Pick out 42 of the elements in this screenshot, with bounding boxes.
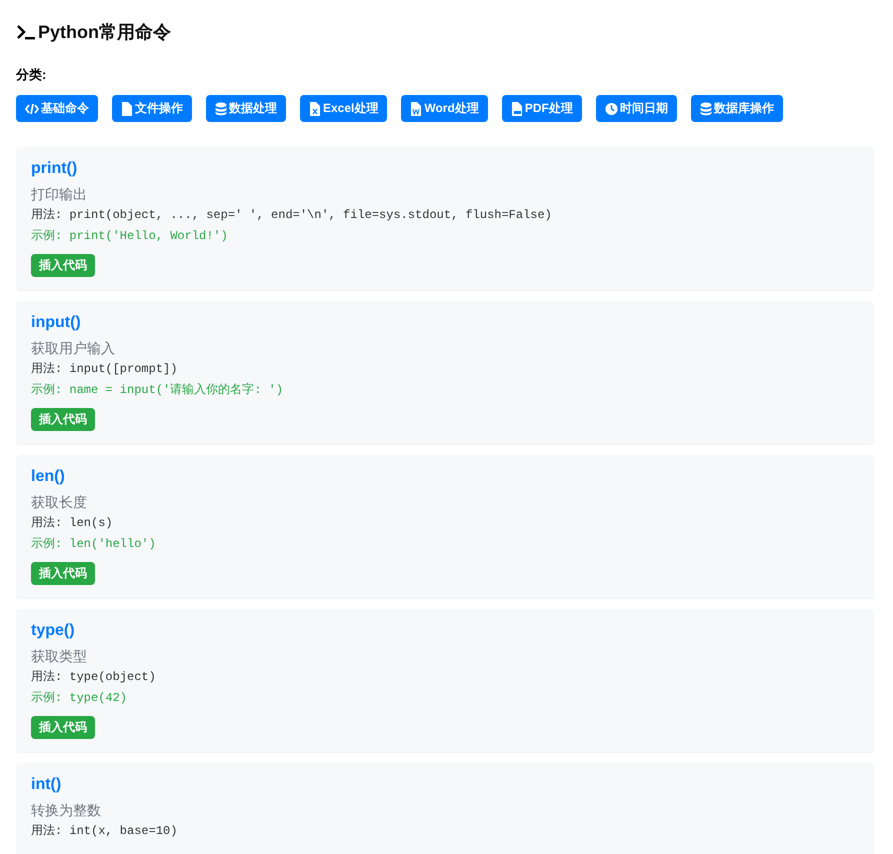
- usage-text: 用法: int(x, base=10): [31, 823, 178, 840]
- command-description: 获取长度: [31, 493, 88, 512]
- example-text: 示例: type(42): [31, 690, 128, 707]
- category-button[interactable]: Word处理: [401, 95, 488, 122]
- example-text: 示例: print('Hello, World!'): [31, 228, 229, 245]
- example-text: 示例: name = input('请输入你的名字: '): [31, 382, 284, 399]
- category-button[interactable]: PDF处理: [502, 95, 582, 122]
- category-button[interactable]: Excel处理: [300, 95, 388, 122]
- command-name: input(): [31, 313, 82, 333]
- command-description: 打印输出: [31, 185, 88, 204]
- clock-icon: [604, 102, 618, 116]
- usage-text: 用法: input([prompt]): [31, 361, 178, 378]
- document-file-icon: [410, 102, 422, 116]
- database-icon: [700, 102, 712, 116]
- category-button[interactable]: 文件操作: [112, 95, 192, 122]
- category-button[interactable]: 数据库操作: [690, 95, 783, 122]
- insert-code-button[interactable]: 插入代码: [31, 716, 95, 739]
- usage-text: 用法: type(object): [31, 669, 157, 686]
- category-button[interactable]: 数据处理: [206, 95, 286, 122]
- category-button[interactable]: 时间日期: [596, 95, 677, 122]
- category-button[interactable]: 基础命令: [16, 95, 98, 122]
- command-name: len(): [31, 467, 66, 487]
- terminal-icon: [16, 24, 36, 40]
- insert-code-button[interactable]: 插入代码: [31, 408, 95, 431]
- command-description: 转换为整数: [31, 801, 102, 820]
- example-text: 示例: len('hello'): [31, 536, 157, 553]
- code-icon: [25, 102, 39, 116]
- database-icon: [215, 102, 227, 116]
- spreadsheet-file-icon: [309, 102, 321, 116]
- command-description: 获取类型: [31, 647, 88, 666]
- insert-code-button[interactable]: 插入代码: [31, 254, 95, 277]
- category-label: 分类:: [16, 66, 48, 84]
- command-name: print(): [31, 159, 78, 179]
- command-name: type(): [31, 621, 76, 641]
- pdf-file-icon: [510, 102, 523, 116]
- usage-text: 用法: print(object, ..., sep=' ', end='\n', file=sys.stdout, flush=False): [31, 207, 553, 224]
- usage-text: 用法: len(s): [31, 515, 114, 532]
- file-icon: [121, 102, 133, 116]
- command-name: int(): [31, 775, 62, 795]
- page-title: Python常用命令: [38, 21, 171, 44]
- insert-code-button[interactable]: 插入代码: [31, 562, 95, 585]
- command-description: 获取用户输入: [31, 339, 116, 358]
